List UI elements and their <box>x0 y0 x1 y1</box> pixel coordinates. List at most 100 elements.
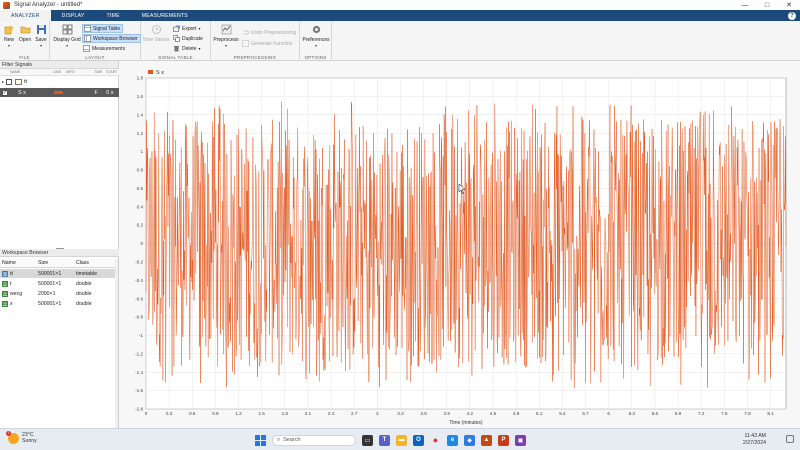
generate-function-label: Generate Function <box>251 40 293 47</box>
var-size: 500001×1 <box>38 300 62 307</box>
y-tick-label: -0.2 <box>135 259 143 264</box>
options-group-label: OPTIONS <box>304 55 327 60</box>
col-info[interactable]: INFO <box>66 69 94 75</box>
file-explorer-icon[interactable]: ▬ <box>396 434 407 446</box>
powerpoint-icon[interactable]: P <box>498 434 509 446</box>
preprocess-caret-icon: ▾ <box>224 43 227 48</box>
workspace-browser-header: Workspace Browser <box>0 249 119 257</box>
y-tick-label: 1.2 <box>137 131 144 136</box>
preprocess-button[interactable]: Preprocess ▾ <box>213 24 239 48</box>
expand-arrow-icon[interactable]: ▸ <box>2 79 4 84</box>
col-name[interactable]: NAME <box>0 69 53 75</box>
maximize-button[interactable]: □ <box>756 0 778 10</box>
x-tick-label: 0 <box>145 411 148 416</box>
x-tick-label: 6.9 <box>675 411 682 416</box>
taskbar-clock[interactable]: 11:43 AM 2/27/2024 <box>743 433 766 447</box>
teams-icon[interactable]: T <box>379 434 390 446</box>
signal-table-toggle[interactable]: Signal Table <box>82 24 124 33</box>
workspace-row-t[interactable]: ▦ t 500001×1 double <box>0 279 116 288</box>
workspace-row-x[interactable]: ▦ x 500001×1 double <box>0 299 116 308</box>
x-tick-label: 1.5 <box>258 411 265 416</box>
signal-table-icon <box>83 25 91 33</box>
preprocessing-group-label: PREPROCESSING <box>233 55 277 60</box>
signal-table-group-label: SIGNAL TABLE <box>158 55 193 60</box>
chrome-icon[interactable]: ● <box>430 434 441 446</box>
duplicate-icon <box>172 35 180 43</box>
app-icon[interactable]: ◼ <box>515 434 526 446</box>
close-button[interactable]: ✕ <box>778 0 800 10</box>
tab-time[interactable]: TIME <box>96 10 131 21</box>
signal-row-x[interactable]: ✓ S x F 0 s <box>0 88 119 97</box>
tab-display[interactable]: DISPLAY <box>51 10 96 21</box>
workspace-browser-toggle[interactable]: Workspace Browser <box>82 34 141 43</box>
workspace-row-wecg[interactable]: ▦ wecg 2000×1 double <box>0 289 116 298</box>
x-tick-label: 7.2 <box>698 411 705 416</box>
tab-measurements[interactable]: MEASUREMENTS <box>131 10 199 21</box>
undo-preprocessing-label: Undo Preprocessing <box>251 29 297 36</box>
plot-legend[interactable]: S x <box>148 70 164 76</box>
col-line[interactable]: LINE <box>53 69 66 75</box>
workspace-row-tt[interactable]: ▤ tt 500001×1 timetable <box>0 269 116 278</box>
new-button[interactable]: New ▾ <box>2 24 16 48</box>
signal-time: F <box>94 89 98 96</box>
trash-icon <box>172 45 180 53</box>
time-values-button[interactable]: Time Values <box>142 24 170 43</box>
notification-badge: 1 <box>6 430 11 436</box>
workspace-scrollbar[interactable] <box>115 259 118 428</box>
workspace-table-header: Name Size Class <box>0 259 116 268</box>
signal-checkbox-checked[interactable]: ✓ <box>2 89 8 96</box>
duplicate-button[interactable]: Duplicate <box>172 34 203 43</box>
signal-plot[interactable]: 1.8 1.6 1.4 1.2 1 0.8 0.6 0.4 0.2 0 -0.2 -0.4 -0.6 -0… <box>119 61 800 428</box>
save-button[interactable]: Save ▾ <box>34 24 48 48</box>
x-tick-label: 0.6 <box>189 411 196 416</box>
taskbar-search[interactable]: ⌕ Search <box>272 434 356 446</box>
time-values-label: Time Values <box>142 37 170 43</box>
measurements-toggle[interactable]: Measurements <box>82 44 125 53</box>
signal-row-tt[interactable]: ▸ tt <box>0 77 119 86</box>
open-button[interactable]: Open <box>18 24 32 43</box>
x-tick-label: 0.9 <box>212 411 219 416</box>
timetable-icon <box>15 78 23 85</box>
help-icon[interactable]: ? <box>788 11 796 20</box>
var-name-cell: ▦ x <box>0 299 38 308</box>
time-values-icon <box>151 24 162 35</box>
y-tick-label: -1.4 <box>135 370 143 375</box>
display-grid-button[interactable]: Display Grid ▾ <box>53 24 81 48</box>
tab-analyzer[interactable]: ANALYZER <box>0 10 51 21</box>
col-var-class[interactable]: Class <box>76 259 116 267</box>
col-start[interactable]: START <box>106 69 119 75</box>
delete-button[interactable]: Delete ▾ <box>172 44 200 53</box>
file-group-label: FILE <box>19 55 30 60</box>
x-tick-label: 7.5 <box>721 411 728 416</box>
signal-table-header: NAME LINE INFO TIME START <box>0 69 119 76</box>
var-size: 500001×1 <box>38 280 62 287</box>
line-color-swatch[interactable] <box>54 91 67 94</box>
outlook-icon[interactable]: O <box>413 434 424 446</box>
y-tick-label: -1.8 <box>135 407 143 412</box>
edge-icon[interactable]: e <box>447 434 458 446</box>
search-label: Search <box>283 437 301 443</box>
delete-label: Delete <box>182 45 197 52</box>
col-var-name[interactable]: Name <box>0 259 38 267</box>
var-name: wecg <box>10 290 23 297</box>
notification-icon[interactable] <box>786 435 794 443</box>
preferences-button[interactable]: Preferences ▾ <box>303 24 329 48</box>
filter-signals-header[interactable]: Filter Signals <box>0 61 118 69</box>
minimize-button[interactable]: — <box>734 0 756 10</box>
x-axis-label: Time (minutes) <box>449 420 482 426</box>
signal-checkbox[interactable] <box>6 78 13 85</box>
windows-start-icon[interactable] <box>255 434 266 446</box>
x-tick-label: 6.6 <box>652 411 659 416</box>
vscode-icon[interactable]: ◆ <box>464 434 475 446</box>
col-time[interactable]: TIME <box>94 69 106 75</box>
matlab-taskbar-icon[interactable]: ▲ <box>481 434 492 446</box>
signal-name: S x <box>18 89 26 96</box>
generate-function-button[interactable]: Generate Function <box>241 39 292 48</box>
export-button[interactable]: Export ▾ <box>172 24 200 33</box>
weather-widget[interactable]: 1 23°C Sunny <box>6 430 37 444</box>
undo-preprocessing-button[interactable]: Undo Preprocessing <box>241 28 296 37</box>
col-var-size[interactable]: Size <box>38 259 76 267</box>
task-view-icon[interactable]: ▭ <box>362 434 373 446</box>
search-icon: ⌕ <box>277 436 281 443</box>
file-group: New ▾ Open Save ▾ FILE <box>0 21 50 61</box>
